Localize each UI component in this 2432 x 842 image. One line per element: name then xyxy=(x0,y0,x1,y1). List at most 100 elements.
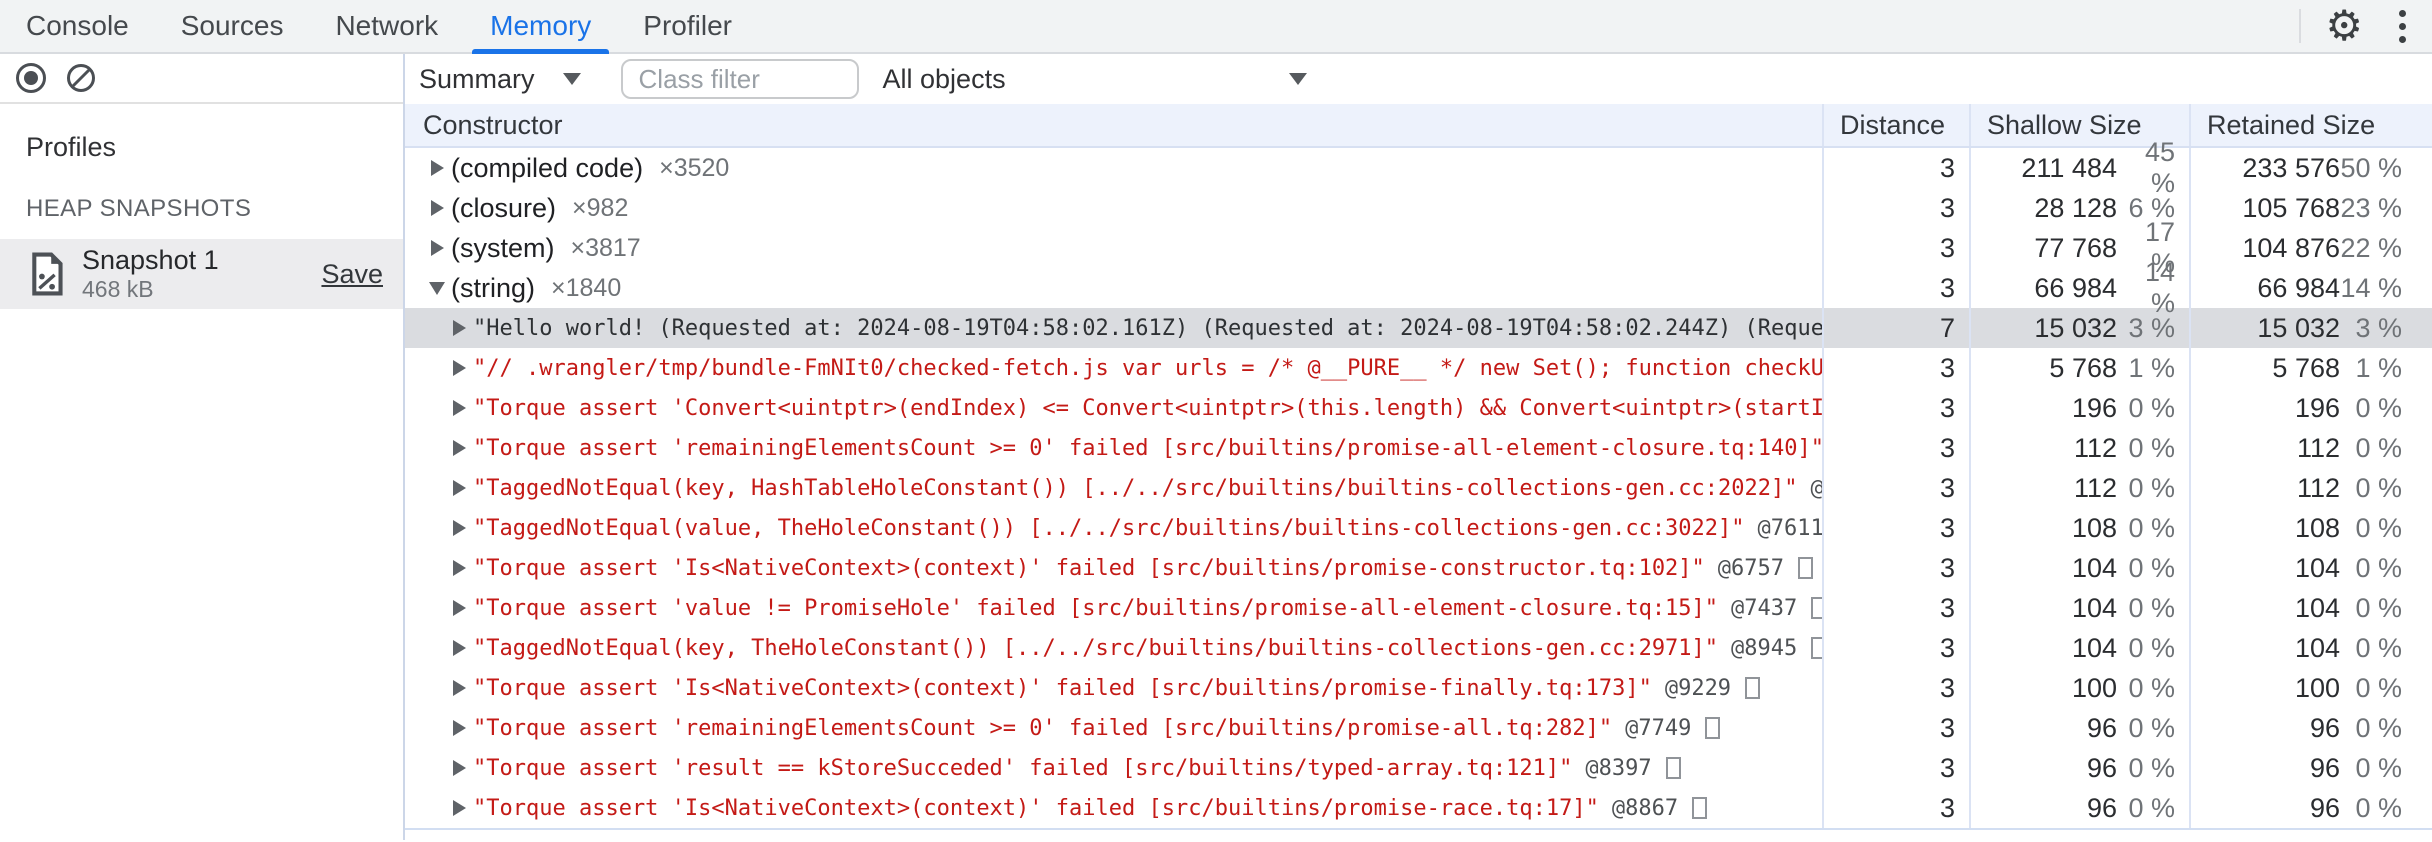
constructor-name: "TaggedNotEqual(key, TheHoleConstant()) … xyxy=(473,635,1719,661)
tab-network[interactable]: Network xyxy=(309,0,464,52)
tab-console[interactable]: Console xyxy=(0,0,155,52)
glyph-box-icon xyxy=(1811,597,1822,619)
expand-triangle-icon[interactable] xyxy=(445,440,473,456)
column-header-distance[interactable]: Distance xyxy=(1822,104,1969,146)
retained-size-percent: 22 % xyxy=(2340,232,2402,263)
table-row[interactable]: (string) ×1840 3 66 984 14 % 66 984 14 % xyxy=(405,257,2432,318)
distance-cell: 3 xyxy=(1822,348,1969,388)
retained-size-value: 108 xyxy=(2294,512,2340,543)
clear-icon[interactable] xyxy=(66,63,96,93)
divider xyxy=(2299,9,2302,43)
shallow-size-percent: 0 % xyxy=(2128,752,2175,783)
distance-cell: 3 xyxy=(1822,228,1969,268)
shallow-size-cell: 5 768 1 % xyxy=(1969,348,2189,388)
expand-triangle-icon[interactable] xyxy=(423,160,451,176)
instance-count: ×3520 xyxy=(659,153,730,182)
distance-cell: 3 xyxy=(1822,588,1969,628)
objects-scope-select[interactable]: All objects xyxy=(883,64,1307,95)
table-row[interactable]: "Torque assert 'result == kStoreSucceded… xyxy=(405,748,2432,788)
table-row[interactable]: "// .wrangler/tmp/bundle-FmNIt0/checked-… xyxy=(405,348,2432,388)
constructor-name: (compiled code) xyxy=(451,152,644,183)
constructor-name: "Torque assert 'value != PromiseHole' fa… xyxy=(473,595,1719,621)
retained-size-percent: 50 % xyxy=(2340,152,2402,183)
tab-profiler[interactable]: Profiler xyxy=(617,0,758,52)
shallow-size-cell: 108 0 % xyxy=(1969,508,2189,548)
expand-triangle-icon[interactable] xyxy=(445,800,473,816)
expand-triangle-icon[interactable] xyxy=(423,200,451,216)
table-row[interactable]: "TaggedNotEqual(value, TheHoleConstant()… xyxy=(405,508,2432,548)
shallow-size-cell: 100 0 % xyxy=(1969,668,2189,708)
retained-size-cell: 104 0 % xyxy=(2189,628,2432,668)
table-row[interactable]: "Torque assert 'Convert<uintptr>(endInde… xyxy=(405,388,2432,428)
distance-cell: 3 xyxy=(1822,668,1969,708)
shallow-size-value: 28 128 xyxy=(2034,192,2117,223)
table-row[interactable]: (compiled code) ×3520 3 211 484 45 % 233 576 5… xyxy=(405,137,2432,198)
glyph-box-icon xyxy=(1692,797,1708,819)
table-row[interactable]: "Torque assert 'Is<NativeContext>(contex… xyxy=(405,788,2432,828)
table-row[interactable]: "TaggedNotEqual(key, TheHoleConstant()) … xyxy=(405,628,2432,668)
table-row[interactable]: "Torque assert 'value != PromiseHole' fa… xyxy=(405,588,2432,628)
object-id: @8945 xyxy=(1731,635,1798,661)
expand-triangle-icon[interactable] xyxy=(445,560,473,576)
collapse-triangle-icon[interactable] xyxy=(423,282,451,295)
snapshot-meta: Snapshot 1 468 kB xyxy=(82,244,219,304)
kebab-menu-icon[interactable] xyxy=(2391,6,2414,47)
column-header-constructor[interactable]: Constructor xyxy=(405,104,1822,146)
table-row[interactable]: "TaggedNotEqual(key, HashTableHoleConsta… xyxy=(405,468,2432,508)
perspective-select[interactable]: Summary xyxy=(419,64,581,95)
devtools-window: Console Sources Network Memory Profiler … xyxy=(0,0,2432,840)
column-header-retained-size[interactable]: Retained Size xyxy=(2189,104,2432,146)
expand-triangle-icon[interactable] xyxy=(445,600,473,616)
constructor-cell: "Torque assert 'value != PromiseHole' fa… xyxy=(405,588,1822,628)
shallow-size-percent: 0 % xyxy=(2128,392,2175,423)
table-row[interactable]: "Torque assert 'Is<NativeContext>(contex… xyxy=(405,668,2432,708)
table-row[interactable]: "Torque assert 'remainingElementsCount >… xyxy=(405,428,2432,468)
shallow-size-value: 108 xyxy=(2071,512,2117,543)
table-row[interactable]: "Torque assert 'remainingElementsCount >… xyxy=(405,708,2432,748)
save-snapshot-link[interactable]: Save xyxy=(321,259,383,290)
expand-triangle-icon[interactable] xyxy=(445,680,473,696)
table-row[interactable]: "Torque assert 'Is<NativeContext>(contex… xyxy=(405,548,2432,588)
table-row[interactable]: "Hello world! (Requested at: 2024-08-19T… xyxy=(405,308,2432,348)
retained-size-cell: 66 984 14 % xyxy=(2189,268,2432,308)
distance-cell: 3 xyxy=(1822,628,1969,668)
expand-triangle-icon[interactable] xyxy=(445,760,473,776)
constructor-name: "Torque assert 'remainingElementsCount >… xyxy=(473,715,1613,741)
shallow-size-value: 100 xyxy=(2071,672,2117,703)
expand-triangle-icon[interactable] xyxy=(445,320,473,336)
tab-bar-actions: ⚙ xyxy=(2299,0,2432,52)
shallow-size-percent: 3 % xyxy=(2128,312,2175,343)
snapshot-toolbar: Summary All objects xyxy=(405,54,2432,104)
class-filter-input[interactable] xyxy=(620,59,859,99)
shallow-size-value: 112 xyxy=(2073,472,2117,503)
gear-icon[interactable]: ⚙ xyxy=(2325,5,2363,47)
expand-triangle-icon[interactable] xyxy=(445,360,473,376)
constructor-name: "// .wrangler/tmp/bundle-FmNIt0/checked-… xyxy=(473,355,1822,381)
tab-sources[interactable]: Sources xyxy=(155,0,310,52)
retained-size-cell: 15 032 3 % xyxy=(2189,308,2432,348)
record-icon[interactable] xyxy=(16,63,46,93)
retained-size-cell: 104 0 % xyxy=(2189,548,2432,588)
tab-memory[interactable]: Memory xyxy=(464,0,617,54)
expand-triangle-icon[interactable] xyxy=(445,480,473,496)
constructor-name: "Torque assert 'remainingElementsCount >… xyxy=(473,435,1822,461)
distance-cell: 3 xyxy=(1822,388,1969,428)
retained-size-value: 233 576 xyxy=(2242,152,2340,183)
sidebar-item-snapshot-1[interactable]: Snapshot 1 468 kB Save xyxy=(0,239,403,309)
retained-size-percent: 23 % xyxy=(2340,192,2402,223)
expand-triangle-icon[interactable] xyxy=(423,240,451,256)
glyph-box-icon xyxy=(1705,717,1721,739)
expand-triangle-icon[interactable] xyxy=(445,520,473,536)
glyph-box-icon xyxy=(1811,637,1822,659)
retained-size-cell: 233 576 50 % xyxy=(2189,148,2432,188)
expand-triangle-icon[interactable] xyxy=(445,720,473,736)
expand-triangle-icon[interactable] xyxy=(445,640,473,656)
object-id: @7749 xyxy=(1625,715,1692,741)
constructor-name: (closure) xyxy=(451,192,557,223)
retained-size-cell: 96 0 % xyxy=(2189,788,2432,828)
constructor-cell: (string) ×1840 xyxy=(405,268,1822,308)
distance-cell: 3 xyxy=(1822,268,1969,308)
shallow-size-value: 196 xyxy=(2071,392,2117,423)
distance-cell: 7 xyxy=(1822,308,1969,348)
expand-triangle-icon[interactable] xyxy=(445,400,473,416)
